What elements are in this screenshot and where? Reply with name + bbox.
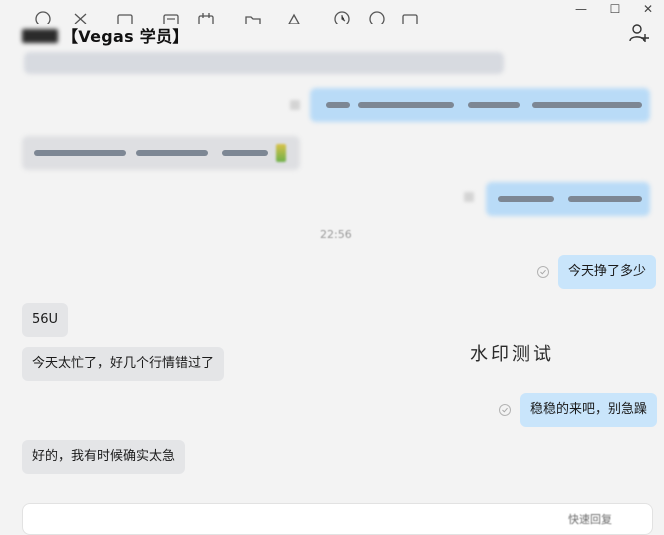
blurred-emoji-icon [276, 144, 286, 162]
minimize-button[interactable]: — [566, 0, 596, 18]
video-call-icon[interactable] [401, 10, 419, 24]
message-bubble-in[interactable]: 好的，我有时候确实太急 [22, 440, 186, 474]
blurred-text [568, 196, 642, 202]
blurred-status [290, 100, 300, 110]
masked-name [22, 29, 58, 43]
message-bubble-in[interactable]: 56U [22, 303, 69, 337]
add-person-icon [629, 24, 649, 42]
blurred-text [498, 196, 554, 202]
emoji-icon[interactable] [34, 10, 52, 24]
file-icon[interactable] [244, 10, 262, 24]
blurred-text [532, 102, 642, 108]
chat-title-text: 【Vegas 学员】 [62, 27, 189, 46]
title-bar: 【Vegas 学员】 — ☐ ✕ [0, 0, 664, 56]
voice-call-icon[interactable] [368, 10, 386, 24]
composer[interactable] [22, 503, 653, 535]
message-bubble-in[interactable]: 今天太忙了，好几个行情错过了 [22, 347, 225, 381]
message-bubble-out[interactable]: 稳稳的来吧，别急躁 [520, 393, 658, 427]
calendar-icon[interactable] [197, 10, 215, 24]
message-bubble-out[interactable]: 今天挣了多少 [558, 255, 657, 289]
timestamp: 22:56 [320, 228, 352, 241]
scissors-icon[interactable] [72, 10, 90, 24]
add-member-button[interactable] [628, 22, 654, 46]
quick-reply-button[interactable]: 快速回复 [568, 511, 612, 527]
blurred-message [24, 52, 504, 74]
image-icon[interactable] [162, 10, 180, 24]
watermark: 水印测试 [470, 344, 554, 365]
read-check-icon [537, 266, 549, 278]
chat-title: 【Vegas 学员】 [22, 23, 189, 47]
blurred-text [326, 102, 350, 108]
history-icon[interactable] [333, 10, 351, 24]
blurred-text [136, 150, 208, 156]
read-check-icon [499, 404, 511, 416]
blurred-text [358, 102, 454, 108]
blurred-text [34, 150, 126, 156]
folder-icon[interactable] [116, 10, 134, 24]
close-button[interactable]: ✕ [633, 0, 663, 18]
blurred-text [468, 102, 520, 108]
location-icon[interactable] [285, 10, 303, 24]
blurred-text [222, 150, 268, 156]
quick-reply-label: 快速回复 [568, 513, 612, 526]
maximize-button[interactable]: ☐ [600, 0, 630, 18]
blurred-status [464, 192, 474, 202]
